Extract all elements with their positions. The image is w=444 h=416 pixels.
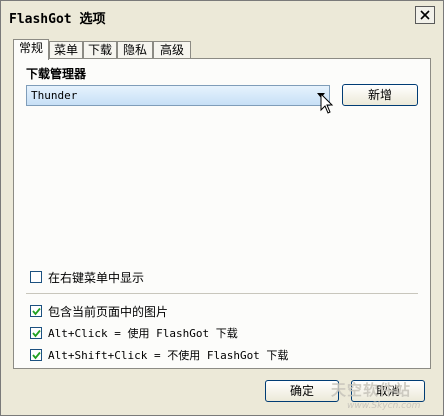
tab-download[interactable]: 下载 xyxy=(83,41,117,59)
download-manager-value: Thunder xyxy=(31,89,78,102)
download-manager-label: 下载管理器 xyxy=(26,67,87,81)
show-in-context-menu-checkbox[interactable] xyxy=(30,271,42,283)
watermark-url: www.Skycn.com xyxy=(347,401,421,411)
download-manager-select[interactable]: Thunder xyxy=(26,85,330,106)
alt-click-checkbox[interactable] xyxy=(30,327,42,339)
tab-advanced[interactable]: 高级 xyxy=(153,41,191,59)
tab-privacy[interactable]: 隐私 xyxy=(117,41,153,59)
checkbox-label: Alt+Click = 使用 FlashGot 下载 xyxy=(48,327,238,340)
close-button[interactable] xyxy=(415,6,435,24)
alt-shift-click-row[interactable]: Alt+Shift+Click = 不使用 FlashGot 下载 xyxy=(30,347,288,363)
mouse-cursor-icon xyxy=(320,93,334,114)
checkbox-label: Alt+Shift+Click = 不使用 FlashGot 下载 xyxy=(48,349,289,362)
watermark-logo: 天空软件站 xyxy=(331,381,412,399)
divider xyxy=(26,293,418,294)
checkbox-label: 包含当前页面中的图片 xyxy=(48,304,169,319)
tab-menu[interactable]: 菜单 xyxy=(49,41,83,59)
alt-click-row[interactable]: Alt+Click = 使用 FlashGot 下载 xyxy=(30,325,238,341)
checkmark-icon xyxy=(32,351,41,360)
options-dialog: FlashGot 选项 常规 菜单 下载 隐私 高级 下载管理器 Thunder… xyxy=(0,0,444,416)
general-panel: 下载管理器 Thunder 新增 在右键菜单中显示 包含当前页面中的图片 Alt… xyxy=(13,58,431,369)
checkbox-label: 在右键菜单中显示 xyxy=(48,270,145,285)
add-download-manager-button[interactable]: 新增 xyxy=(342,84,418,106)
title-bar: FlashGot 选项 xyxy=(1,1,443,31)
include-images-row[interactable]: 包含当前页面中的图片 xyxy=(30,303,168,319)
show-in-context-menu-row[interactable]: 在右键菜单中显示 xyxy=(30,269,144,285)
close-icon xyxy=(420,10,430,20)
tab-general[interactable]: 常规 xyxy=(13,39,49,60)
include-images-checkbox[interactable] xyxy=(30,305,42,317)
alt-shift-click-checkbox[interactable] xyxy=(30,349,42,361)
window-title: FlashGot 选项 xyxy=(9,12,106,27)
ok-button[interactable]: 确定 xyxy=(265,380,339,402)
checkmark-icon xyxy=(32,329,41,338)
checkmark-icon xyxy=(32,307,41,316)
